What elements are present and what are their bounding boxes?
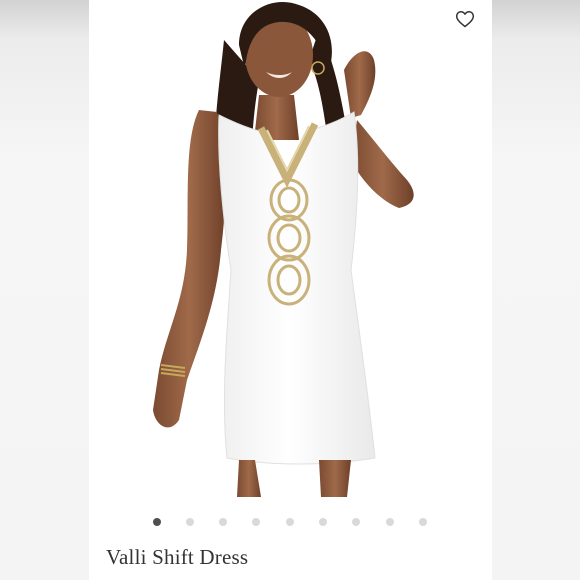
product-card: Valli Shift Dress — [89, 0, 492, 580]
carousel-dot-1[interactable] — [153, 518, 161, 526]
carousel-dot-7[interactable] — [352, 518, 360, 526]
left-background — [0, 0, 89, 580]
carousel-dot-5[interactable] — [286, 518, 294, 526]
product-photo[interactable] — [89, 0, 492, 497]
carousel-dot-6[interactable] — [319, 518, 327, 526]
right-background — [492, 0, 580, 580]
carousel-dot-8[interactable] — [386, 518, 394, 526]
carousel-dot-4[interactable] — [252, 518, 260, 526]
product-title: Valli Shift Dress — [106, 545, 249, 569]
image-carousel-indicators — [89, 512, 492, 532]
carousel-dot-9[interactable] — [419, 518, 427, 526]
carousel-dot-3[interactable] — [219, 518, 227, 526]
carousel-dot-2[interactable] — [186, 518, 194, 526]
favorite-heart-icon[interactable] — [455, 9, 475, 29]
dress-model-illustration — [153, 1, 414, 497]
